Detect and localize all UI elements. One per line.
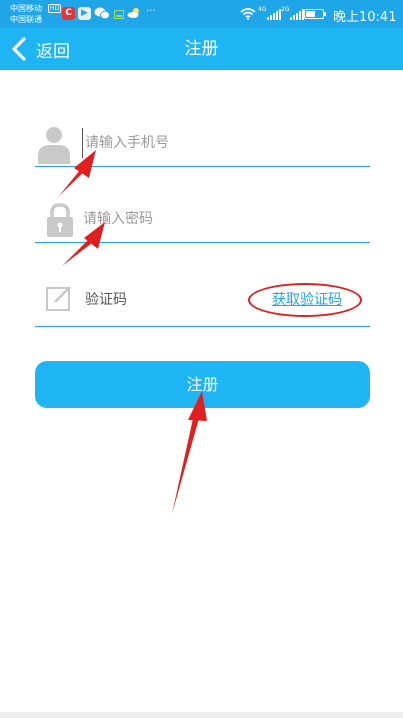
phone-field [35, 120, 370, 167]
code-label: 验证码 [85, 292, 127, 308]
clock: 晚上10:41 [333, 10, 397, 25]
lock-icon [47, 203, 73, 237]
register-button[interactable]: 注册 [35, 361, 370, 408]
bottom-edge [0, 712, 403, 718]
edit-icon [46, 286, 71, 311]
wechat-icon [94, 7, 110, 20]
get-code-link[interactable]: 获取验证码 [272, 290, 342, 310]
register-button-arrow [172, 391, 207, 514]
c-app-icon: C [62, 7, 75, 20]
signal-icon: 2G [281, 0, 305, 28]
chevron-left-icon [12, 37, 26, 61]
phone-input[interactable] [82, 128, 285, 158]
password-field [35, 196, 370, 243]
code-field: 验证码 获取验证码 [35, 280, 370, 327]
status-bar: 中国移动 HD 中国联通 C ▶ ··· 4G 2G 晚上10:41 [0, 0, 403, 28]
wifi-icon [240, 8, 256, 20]
hd-badge: HD [48, 4, 62, 13]
carrier-1-label: 中国移动 [10, 4, 42, 13]
signal-icon: 4G [258, 0, 282, 28]
password-input[interactable] [83, 204, 283, 234]
annotation-arrows [59, 150, 207, 514]
user-icon [38, 127, 70, 164]
storage-icon [114, 10, 124, 19]
video-app-icon: ▶ [78, 7, 91, 20]
carrier-2-label: 中国联通 [10, 15, 42, 24]
more-indicator: ··· [146, 6, 156, 17]
network-4g-label: 4G [258, 6, 267, 13]
battery-icon [304, 9, 324, 19]
network-2g-label: 2G [281, 6, 290, 13]
back-button[interactable]: 返回 [10, 28, 70, 70]
weather-icon [127, 8, 139, 18]
back-label: 返回 [36, 41, 70, 62]
title-bar: 返回 注册 [0, 28, 403, 70]
